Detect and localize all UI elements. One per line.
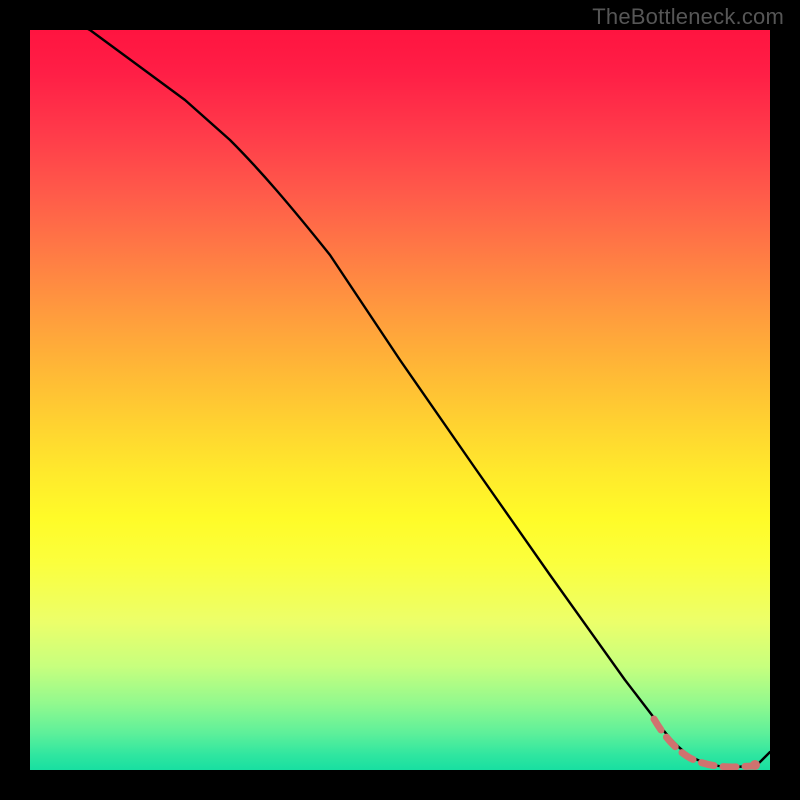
- curve-line: [30, 30, 770, 767]
- plot-area: [30, 30, 770, 770]
- chart-svg: [30, 30, 770, 770]
- highlight-end-dot: [750, 760, 760, 770]
- chart-frame: TheBottleneck.com: [0, 0, 800, 800]
- watermark-text: TheBottleneck.com: [592, 4, 784, 30]
- highlight-dashed: [654, 719, 754, 767]
